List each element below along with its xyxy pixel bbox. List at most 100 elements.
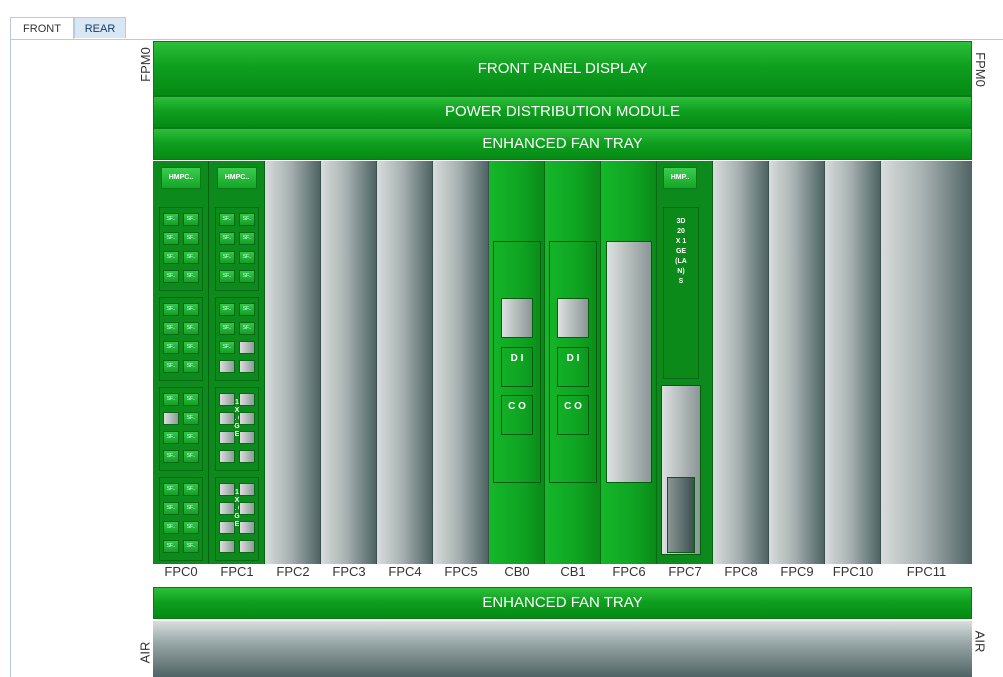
cb0-port[interactable] [501,298,533,338]
sfp-port[interactable]: SF.. [183,251,199,264]
front-panel-display[interactable]: FRONT PANEL DISPLAY [153,41,972,96]
sfp-port[interactable] [239,521,255,534]
fpc0-hmpc-chip[interactable]: HMPC.. [161,167,201,189]
sfp-port[interactable]: SF.. [219,251,235,264]
sfp-port[interactable]: SF.. [239,213,255,226]
sfp-port[interactable] [219,431,235,444]
tab-bar: FRONT REAR [10,17,1003,40]
sfp-port[interactable]: SF.. [163,303,179,316]
slot-cb1[interactable]: D I C O [545,161,601,564]
slot-label-fpc7: FPC7 [668,564,702,579]
slot-fpc2[interactable] [265,161,321,564]
sfp-port[interactable]: SF.. [163,360,179,373]
sfp-port[interactable] [219,393,235,406]
sfp-port[interactable]: SF.. [183,360,199,373]
sfp-port[interactable] [219,540,235,553]
sfp-port[interactable]: SF.. [163,213,179,226]
sfp-port[interactable]: SF.. [183,303,199,316]
sfp-port[interactable]: SF.. [219,270,235,283]
slot-label-fpc0: FPC0 [164,564,198,579]
sfp-port[interactable]: SF.. [183,521,199,534]
slot-cb0[interactable]: D I C O [489,161,545,564]
slot-fpc5[interactable] [433,161,489,564]
sfp-port[interactable] [239,502,255,515]
slot-fpc3[interactable] [321,161,377,564]
sfp-port[interactable]: SF.. [183,322,199,335]
sfp-port[interactable] [239,360,255,373]
sfp-port[interactable]: SF.. [183,341,199,354]
sfp-port[interactable]: SF.. [183,502,199,515]
sfp-port[interactable]: SF.. [163,251,179,264]
sfp-port[interactable]: SF.. [219,341,235,354]
slot-fpc6[interactable] [601,161,657,564]
slot-fpc8[interactable] [713,161,769,564]
sfp-port[interactable] [163,412,179,425]
cb1-port[interactable] [557,298,589,338]
card-cage: HMPC.. SF.. SF.. SF.. SF.. SF.. SF.. SF.. SF.. S… [153,161,972,564]
sfp-port[interactable]: SF.. [163,450,179,463]
slot-fpc10[interactable] [825,161,881,564]
air-left-label: AIR [137,641,153,664]
tab-rear[interactable]: REAR [74,17,126,38]
sfp-port[interactable]: SF.. [219,232,235,245]
sfp-port[interactable]: SF.. [183,213,199,226]
sfp-port[interactable]: SF.. [239,232,255,245]
sfp-port[interactable]: SF.. [163,322,179,335]
fpc1-hmpc-chip[interactable]: HMPC.. [217,167,257,189]
sfp-port[interactable]: SF.. [183,483,199,496]
sfp-port[interactable]: SF.. [239,270,255,283]
sfp-port[interactable]: SF.. [163,540,179,553]
sfp-port[interactable] [239,483,255,496]
fpc6-pic[interactable] [606,241,652,483]
power-distribution-module[interactable]: POWER DISTRIBUTION MODULE [153,96,972,128]
sfp-port[interactable]: SF.. [163,521,179,534]
sfp-port[interactable]: SF.. [183,450,199,463]
slot-fpc1[interactable]: HMPC.. 1 X 1 0 G E 1 X 1 0 G E SF.. SF.. S… [209,161,265,564]
slot-label-fpc8: FPC8 [724,564,758,579]
tab-front[interactable]: FRONT [10,17,74,39]
sfp-port[interactable]: SF.. [239,303,255,316]
sfp-port[interactable] [219,360,235,373]
slot-fpc4[interactable] [377,161,433,564]
sfp-port[interactable]: SF.. [183,232,199,245]
sfp-port[interactable] [219,412,235,425]
slot-label-fpc9: FPC9 [780,564,814,579]
sfp-port[interactable] [239,540,255,553]
sfp-port[interactable]: SF.. [219,322,235,335]
sfp-port[interactable]: SF.. [219,213,235,226]
sfp-port[interactable] [239,412,255,425]
sfp-port[interactable]: SF.. [239,251,255,264]
sfp-port[interactable]: SF.. [163,431,179,444]
sfp-port[interactable]: SF.. [163,483,179,496]
fpc7-hmp-chip[interactable]: HMP.. [663,167,697,189]
slot-label-fpc11: FPC11 [906,564,947,579]
slot-label-fpc5: FPC5 [444,564,478,579]
sfp-port[interactable]: SF.. [183,431,199,444]
sfp-port[interactable]: SF.. [219,303,235,316]
sfp-port[interactable]: SF.. [163,393,179,406]
enhanced-fan-tray-bottom[interactable]: ENHANCED FAN TRAY [153,587,972,619]
sfp-port[interactable]: SF.. [183,540,199,553]
sfp-port[interactable] [239,393,255,406]
slot-fpc0[interactable]: HMPC.. SF.. SF.. SF.. SF.. SF.. SF.. SF.. SF.. S… [153,161,209,564]
fpc7-pic1-port[interactable] [667,477,695,553]
sfp-port[interactable] [219,521,235,534]
sfp-port[interactable]: SF.. [183,412,199,425]
sfp-port[interactable]: SF.. [163,502,179,515]
sfp-port[interactable]: SF.. [239,322,255,335]
sfp-port[interactable] [239,341,255,354]
sfp-port[interactable]: SF.. [163,232,179,245]
sfp-port[interactable]: SF.. [183,393,199,406]
sfp-port[interactable] [219,502,235,515]
enhanced-fan-tray-top[interactable]: ENHANCED FAN TRAY [153,128,972,160]
slot-fpc11[interactable] [881,161,972,564]
sfp-port[interactable] [239,450,255,463]
sfp-port[interactable] [239,431,255,444]
sfp-port[interactable] [219,450,235,463]
slot-fpc9[interactable] [769,161,825,564]
slot-fpc7[interactable]: HMP.. 3D 20X 1GE(LAN) S [657,161,713,564]
sfp-port[interactable]: SF.. [183,270,199,283]
sfp-port[interactable] [219,483,235,496]
sfp-port[interactable]: SF.. [163,341,179,354]
sfp-port[interactable]: SF.. [163,270,179,283]
